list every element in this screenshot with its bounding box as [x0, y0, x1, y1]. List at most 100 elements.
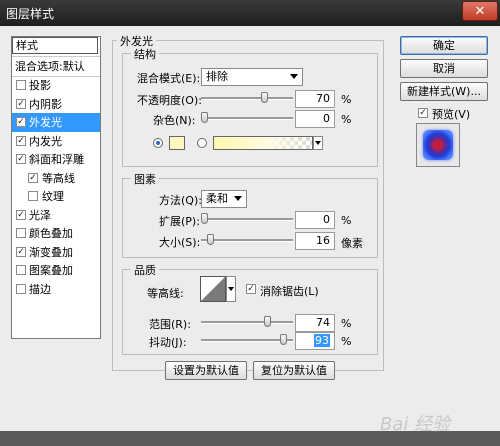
structure-legend: 结构 [131, 46, 159, 62]
contour-picker-button[interactable] [226, 276, 236, 302]
style-preview [416, 123, 460, 167]
noise-input[interactable]: 0 [295, 110, 335, 128]
chevron-down-icon [234, 196, 242, 201]
quality-group: 品质 等高线: ✓ 消除锯齿(L) 范围(R): 74 % 抖动(J): 93 … [122, 262, 378, 355]
style-item-label: 纹理 [42, 190, 64, 203]
jitter-label: 抖动(J): [149, 336, 187, 349]
size-slider-track[interactable] [201, 239, 293, 242]
style-checkbox[interactable]: ✓ [28, 172, 38, 183]
blend-mode-value: 排除 [206, 70, 228, 83]
style-item-label: 等高线 [42, 171, 75, 185]
opacity-label: 不透明度(O): [137, 94, 202, 107]
preview-checkbox[interactable]: ✓ [418, 108, 428, 118]
style-checkbox[interactable]: ✓ [16, 117, 26, 127]
structure-group: 结构 混合模式(E): 排除 不透明度(O): 70 % 杂色(N): 0 % [122, 46, 378, 167]
spread-input[interactable]: 0 [295, 211, 335, 229]
jitter-value: 93 [314, 334, 330, 347]
styles-list: 样式 混合选项:默认 投影 ✓ 内阴影 ✓ 外发光 ✓ 内发光 ✓ 斜面和浮雕 ✓ 等高线 纹理 ✓ 光泽… [11, 36, 101, 339]
quality-legend: 品质 [131, 262, 159, 278]
size-slider-thumb[interactable] [206, 234, 214, 245]
size-unit: 像素 [341, 237, 363, 250]
opacity-slider-thumb[interactable] [260, 92, 268, 103]
title-bar[interactable]: 图层样式 ✕ [0, 0, 500, 26]
spread-slider-thumb[interactable] [201, 213, 208, 224]
solid-color-radio[interactable] [153, 138, 163, 148]
make-default-button[interactable]: 设置为默认值 [165, 361, 247, 380]
style-item-label: 颜色叠加 [29, 227, 73, 240]
spread-unit: % [341, 214, 352, 227]
blend-mode-label: 混合模式(E): [137, 72, 201, 85]
close-button[interactable]: ✕ [462, 1, 498, 21]
chevron-down-icon [290, 74, 298, 79]
style-item-label: 渐变叠加 [29, 245, 73, 259]
style-item[interactable]: ✓ 内发光 [12, 132, 100, 151]
outer-glow-group: 外发光 结构 混合模式(E): 排除 不透明度(O): 70 % 杂色(N): … [112, 33, 384, 380]
style-item[interactable]: ✓ 等高线 [12, 169, 100, 188]
preview-label: 预览(V) [432, 108, 471, 121]
glow-gradient-bar[interactable] [213, 136, 313, 150]
opacity-slider-track[interactable] [201, 97, 293, 100]
style-checkbox[interactable] [16, 80, 26, 90]
range-input[interactable]: 74 [295, 314, 335, 332]
style-item[interactable]: ✓ 斜面和浮雕 [12, 150, 100, 169]
style-checkbox[interactable] [16, 265, 26, 275]
ok-button[interactable]: 确定 [400, 36, 488, 55]
style-item-label: 光泽 [29, 208, 51, 222]
watermark: Bai 经验 [380, 414, 451, 435]
style-item[interactable]: ✓ 外发光 [12, 113, 100, 132]
new-style-button[interactable]: 新建样式(W)... [400, 82, 488, 101]
layer-style-dialog: 图层样式 ✕ 样式 混合选项:默认 投影 ✓ 内阴影 ✓ 外发光 ✓ 内发光 ✓ 斜面和浮雕 ✓ 等… [0, 0, 500, 435]
range-label: 范围(R): [149, 318, 191, 331]
reset-default-button[interactable]: 复位为默认值 [253, 361, 335, 380]
style-item[interactable]: 颜色叠加 [12, 224, 100, 243]
style-item[interactable]: 纹理 [12, 187, 100, 206]
style-item[interactable]: 图案叠加 [12, 261, 100, 280]
preview-swatch [423, 130, 453, 160]
style-checkbox[interactable] [16, 228, 26, 238]
style-checkbox[interactable]: ✓ [16, 135, 26, 146]
noise-slider-thumb[interactable] [201, 112, 208, 123]
contour-label: 等高线: [147, 287, 184, 300]
opacity-input[interactable]: 70 [295, 90, 335, 108]
jitter-input[interactable]: 93 [295, 332, 335, 350]
glow-color-swatch[interactable] [169, 136, 185, 150]
style-item[interactable]: ✓ 内阴影 [12, 95, 100, 114]
style-item[interactable]: 投影 [12, 76, 100, 95]
style-item[interactable]: ✓ 渐变叠加 [12, 243, 100, 262]
spread-label: 扩展(P): [159, 215, 200, 228]
style-checkbox[interactable] [28, 191, 38, 201]
range-slider-thumb[interactable] [263, 316, 271, 327]
style-checkbox[interactable]: ✓ [16, 209, 26, 220]
style-item[interactable]: 描边 [12, 280, 100, 299]
style-item[interactable]: ✓ 光泽 [12, 206, 100, 225]
size-label: 大小(S): [159, 236, 201, 249]
elements-group: 图素 方法(Q): 柔和 扩展(P): 0 % 大小(S): 16 像素 [122, 171, 378, 258]
jitter-slider-thumb[interactable] [280, 334, 288, 345]
window-title: 图层样式 [6, 7, 55, 21]
style-checkbox[interactable]: ✓ [16, 98, 26, 109]
styles-header[interactable]: 样式 [12, 37, 98, 54]
cancel-button[interactable]: 取消 [400, 59, 488, 78]
chevron-down-icon [228, 287, 234, 291]
noise-label: 杂色(N): [153, 114, 196, 127]
size-input[interactable]: 16 [295, 232, 335, 250]
gradient-radio[interactable] [197, 138, 207, 148]
range-slider-track[interactable] [201, 321, 293, 324]
antialias-checkbox[interactable]: ✓ [246, 284, 256, 294]
style-checkbox[interactable]: ✓ [16, 154, 26, 164]
blend-mode-select[interactable]: 排除 [201, 68, 303, 86]
style-checkbox[interactable]: ✓ [16, 246, 26, 257]
style-item-label: 内阴影 [29, 97, 62, 111]
method-value: 柔和 [206, 192, 228, 205]
contour-curve-icon [201, 277, 225, 301]
range-unit: % [341, 317, 352, 330]
spread-slider-track[interactable] [201, 218, 293, 221]
elements-legend: 图素 [131, 171, 159, 187]
gradient-picker-button[interactable] [313, 136, 323, 150]
contour-preview[interactable] [200, 276, 226, 302]
method-select[interactable]: 柔和 [201, 190, 247, 208]
blend-options-item[interactable]: 混合选项:默认 [12, 56, 100, 77]
style-item-label: 外发光 [29, 116, 62, 129]
noise-slider-track[interactable] [201, 117, 293, 120]
style-checkbox[interactable] [16, 283, 26, 294]
